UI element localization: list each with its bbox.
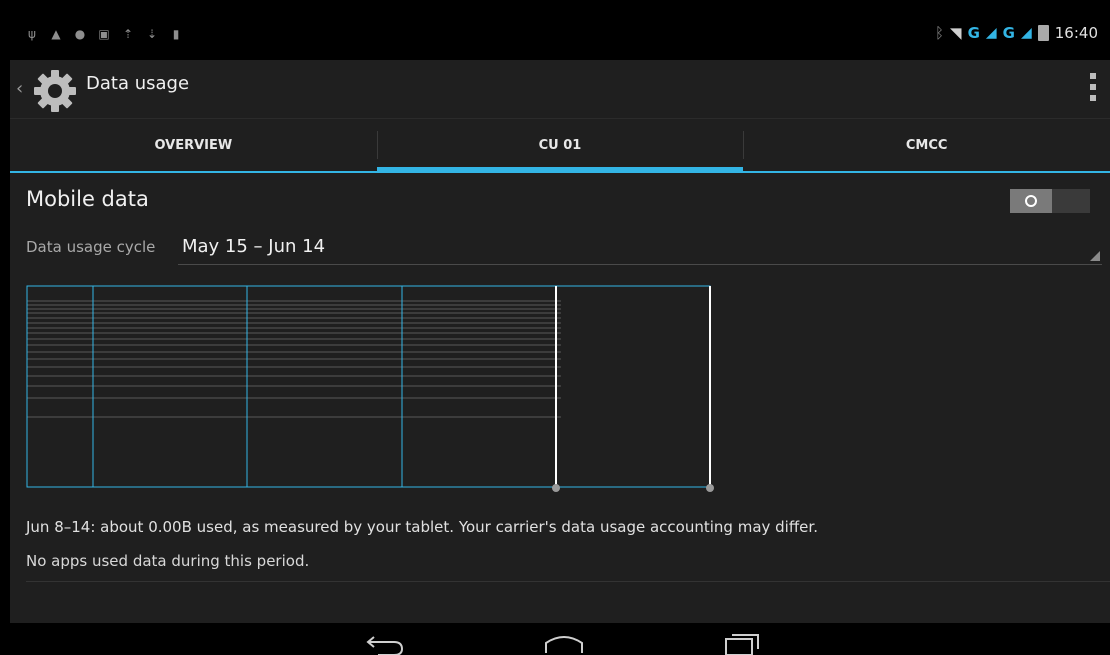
notification-icons: ψ ▲ ● ▣ ⇡ ⇣ ▮ <box>26 28 182 40</box>
usage-chart <box>26 285 714 492</box>
data-usage-cycle-label: Data usage cycle <box>26 238 156 256</box>
signal-icon: ◢ <box>985 25 997 41</box>
status-bar: ψ ▲ ● ▣ ⇡ ⇣ ▮ ᛒ ◥ G ◢ G ◢ 16:40 <box>10 0 1110 60</box>
back-icon[interactable] <box>364 629 408 655</box>
cycle-range-handles <box>552 286 714 492</box>
network-type-g1: G <box>967 24 980 42</box>
upload-icon: ⇡ <box>122 27 134 41</box>
battery-icon <box>1037 25 1049 41</box>
data-usage-cycle-spinner[interactable]: May 15 – Jun 14 <box>178 232 1102 265</box>
mobile-data-label: Mobile data <box>26 187 149 211</box>
lock-icon: ▲ <box>51 27 61 41</box>
clock: 16:40 <box>1054 24 1098 42</box>
mobile-data-toggle[interactable] <box>1010 189 1090 213</box>
system-status-icons: ᛒ ◥ G ◢ G ◢ 16:40 <box>935 24 1098 42</box>
usb-icon: ψ <box>28 27 36 41</box>
wifi-icon: ◥ <box>950 24 962 42</box>
recent-apps-icon[interactable] <box>720 629 764 655</box>
network-type-g2: G <box>1002 24 1015 42</box>
range-end-knob[interactable] <box>706 484 714 492</box>
chart-grid <box>27 300 561 418</box>
data-usage-cycle-row: Data usage cycle May 15 – Jun 14 <box>26 232 1102 266</box>
cycle-value: May 15 – Jun 14 <box>182 236 326 257</box>
image-icon: ▣ <box>98 27 110 41</box>
toggle-knob <box>1010 189 1052 213</box>
signal-icon: ◢ <box>1020 25 1032 41</box>
data-usage-screen: ψ ▲ ● ▣ ⇡ ⇣ ▮ ᛒ ◥ G ◢ G ◢ 16:40 ‹ Data u… <box>10 0 1110 655</box>
no-apps-message: No apps used data during this period. <box>26 552 310 570</box>
usage-summary: Jun 8–14: about 0.00B used, as measured … <box>26 518 818 536</box>
overflow-menu-icon[interactable] <box>1090 73 1096 101</box>
range-start-knob[interactable] <box>552 484 560 492</box>
spinner-arrow-icon <box>1090 251 1100 261</box>
sim-tabs: OVERVIEW CU 01 CMCC <box>10 119 1110 173</box>
home-icon[interactable] <box>542 629 586 655</box>
settings-gear-icon[interactable] <box>32 68 78 114</box>
tab-cu-01[interactable]: CU 01 <box>376 119 744 173</box>
divider <box>26 581 1110 582</box>
download-icon: ⇣ <box>146 27 158 41</box>
navigation-bar <box>10 623 1110 655</box>
back-caret-icon[interactable]: ‹ <box>16 78 23 99</box>
bluetooth-icon: ᛒ <box>935 24 945 42</box>
sd-card-icon: ▮ <box>172 27 180 41</box>
action-bar: ‹ Data usage <box>10 60 1110 119</box>
tab-overview[interactable]: OVERVIEW <box>10 119 377 171</box>
screen-title: Data usage <box>86 73 190 94</box>
mobile-data-row: Mobile data <box>10 178 1110 222</box>
sync-icon: ● <box>74 27 86 41</box>
tab-cmcc[interactable]: CMCC <box>743 119 1110 171</box>
